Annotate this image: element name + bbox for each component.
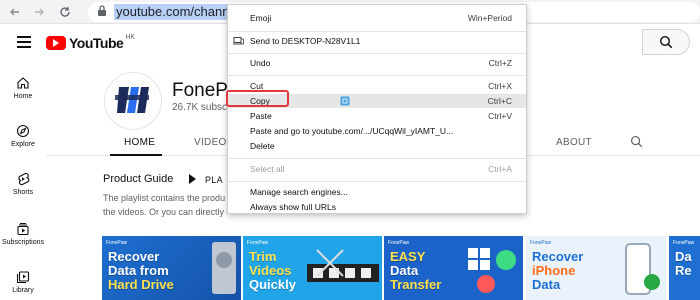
menu-shortcut: Ctrl+C bbox=[487, 96, 512, 106]
thumbnail-brand: FonePaw bbox=[388, 240, 410, 246]
sidebar-item-subscriptions[interactable]: Subscriptions bbox=[0, 222, 46, 246]
fonepaw-logo-icon bbox=[115, 87, 149, 113]
copy-icon bbox=[340, 96, 350, 106]
home-icon bbox=[17, 77, 29, 89]
sidebar-item-shorts[interactable]: Shorts bbox=[0, 172, 46, 196]
library-icon bbox=[16, 271, 30, 284]
subscriber-count: 26.7K subscr bbox=[172, 102, 231, 113]
sidebar-item-label: Home bbox=[13, 93, 33, 100]
thumbnail-title: EASY Data Transfer bbox=[390, 249, 442, 292]
menu-shortcut: Ctrl+Z bbox=[488, 58, 512, 68]
menu-shortcut: Ctrl+X bbox=[488, 81, 512, 91]
menu-item-select-all[interactable]: Select all Ctrl+A bbox=[228, 162, 526, 176]
iphone-icon bbox=[625, 243, 660, 295]
region-code: HK bbox=[125, 33, 136, 41]
explore-icon bbox=[16, 124, 30, 138]
menu-divider bbox=[228, 31, 526, 32]
tab-home[interactable]: HOME bbox=[124, 137, 155, 148]
context-menu: Emoji Win+Period Send to DESKTOP-N28V1L1… bbox=[227, 4, 527, 214]
menu-item-always-show-full-urls[interactable]: Always show full URLs bbox=[228, 200, 526, 214]
menu-shortcut: Win+Period bbox=[467, 13, 512, 23]
channel-avatar[interactable] bbox=[104, 72, 162, 130]
video-thumbnail[interactable]: FonePaw Recover Data from Hard Drive bbox=[102, 236, 241, 300]
search-button[interactable] bbox=[642, 29, 690, 55]
thumbnail-brand: FonePaw bbox=[530, 240, 552, 246]
youtube-logo[interactable]: YouTube HK bbox=[46, 33, 136, 51]
left-sidebar: Home Explore Shorts Subscriptions Librar… bbox=[0, 60, 46, 300]
youtube-play-icon bbox=[46, 36, 66, 50]
sidebar-item-label: Subscriptions bbox=[1, 239, 45, 246]
thumbnail-title: Recover iPhone Data bbox=[532, 249, 584, 292]
menu-item-delete[interactable]: Delete bbox=[228, 139, 526, 153]
menu-shortcut: Ctrl+A bbox=[488, 164, 512, 174]
sidebar-item-label: Shorts bbox=[12, 189, 34, 196]
tab-about[interactable]: ABOUT bbox=[556, 137, 592, 148]
device-icon bbox=[233, 37, 244, 45]
film-scissors-icon bbox=[307, 249, 379, 282]
sidebar-item-explore[interactable]: Explore bbox=[0, 124, 46, 148]
video-thumbnail[interactable]: FonePaw Trim Videos Quickly bbox=[243, 236, 382, 300]
os-logos-icon bbox=[468, 248, 516, 293]
video-thumbnail[interactable]: FonePaw Recover iPhone Data bbox=[526, 236, 666, 300]
search-icon bbox=[659, 35, 673, 49]
reload-icon[interactable] bbox=[56, 3, 74, 21]
sidebar-item-label: Library bbox=[12, 287, 34, 294]
subscriptions-icon bbox=[17, 223, 29, 236]
logo-text: YouTube bbox=[69, 35, 124, 51]
menu-divider bbox=[228, 158, 526, 159]
shorts-icon bbox=[18, 172, 30, 186]
menu-item-undo[interactable]: Undo Ctrl+Z bbox=[228, 56, 526, 70]
section-description: the videos. Or you can directly g bbox=[103, 207, 227, 217]
menu-shortcut: Ctrl+V bbox=[488, 111, 512, 121]
play-all-button[interactable]: PLA bbox=[205, 175, 223, 185]
thumbnail-title: Da Re bbox=[675, 249, 692, 278]
video-thumbnail[interactable]: FonePaw Da Re bbox=[669, 236, 700, 300]
thumbnail-brand: FonePaw bbox=[673, 240, 695, 246]
sidebar-item-library[interactable]: Library bbox=[0, 270, 46, 294]
forward-arrow-icon[interactable] bbox=[30, 3, 48, 21]
thumbnail-brand: FonePaw bbox=[106, 240, 128, 246]
play-all-icon[interactable] bbox=[189, 174, 196, 184]
thumbnail-brand: FonePaw bbox=[247, 240, 269, 246]
menu-item-emoji[interactable]: Emoji Win+Period bbox=[228, 11, 526, 25]
menu-divider bbox=[228, 75, 526, 76]
menu-item-manage-search-engines[interactable]: Manage search engines... bbox=[228, 185, 526, 199]
lock-icon[interactable] bbox=[96, 4, 110, 20]
menu-item-paste-and-go[interactable]: Paste and go to youtube.com/.../UCqqWil_… bbox=[228, 124, 526, 138]
hard-drive-icon bbox=[212, 242, 236, 294]
section-title[interactable]: Product Guide bbox=[103, 173, 173, 185]
section-description: The playlist contains the produ bbox=[103, 193, 226, 203]
sidebar-item-home[interactable]: Home bbox=[0, 76, 46, 100]
active-tab-indicator bbox=[110, 154, 162, 156]
sidebar-item-label: Explore bbox=[11, 141, 35, 148]
menu-divider bbox=[228, 53, 526, 54]
menu-divider bbox=[228, 181, 526, 182]
back-arrow-icon[interactable] bbox=[6, 3, 24, 21]
menu-item-paste[interactable]: Paste Ctrl+V bbox=[228, 109, 526, 123]
menu-item-send-to-device[interactable]: Send to DESKTOP-N28V1L1 bbox=[228, 34, 526, 48]
copy-highlight-annotation bbox=[226, 90, 289, 107]
channel-search-icon[interactable] bbox=[630, 135, 643, 153]
menu-icon[interactable] bbox=[17, 36, 31, 48]
video-thumbnail[interactable]: FonePaw EASY Data Transfer bbox=[384, 236, 523, 300]
thumbnail-title: Trim Videos Quickly bbox=[249, 249, 296, 292]
thumbnail-title: Recover Data from Hard Drive bbox=[108, 249, 174, 292]
